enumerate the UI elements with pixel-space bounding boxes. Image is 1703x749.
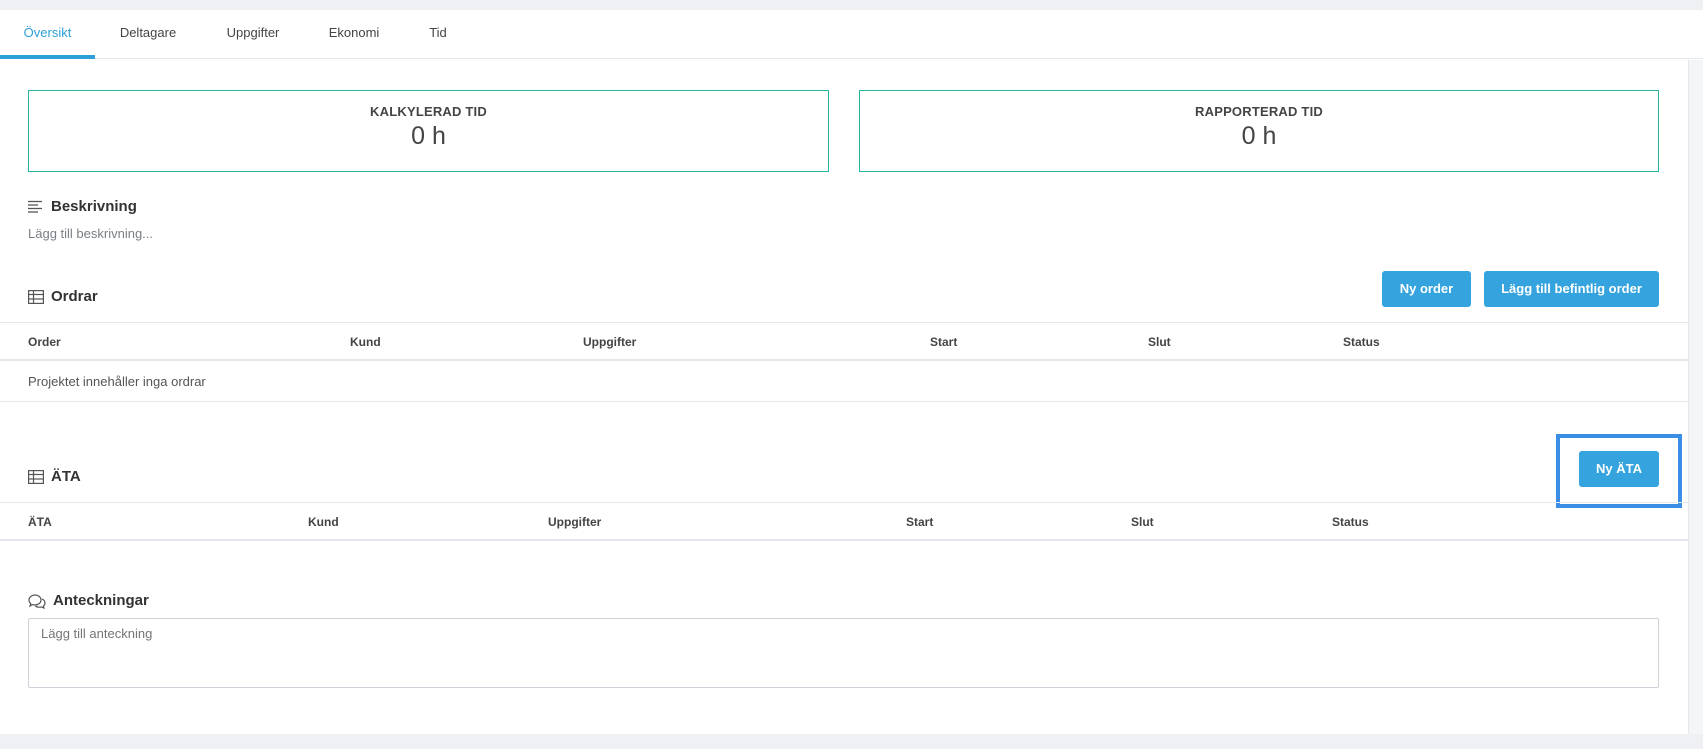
ata-col-kund: Kund xyxy=(308,515,339,529)
ata-col-start: Start xyxy=(906,515,934,529)
notes-heading: Anteckningar xyxy=(28,592,149,609)
tab-tid[interactable]: Tid xyxy=(418,10,458,59)
orders-heading: Ordrar xyxy=(28,288,98,305)
orders-col-uppgifter: Uppgifter xyxy=(583,335,637,349)
orders-col-start: Start xyxy=(930,335,958,349)
tab-oversikt[interactable]: Översikt xyxy=(0,10,95,59)
new-ata-button[interactable]: Ny ÄTA xyxy=(1579,451,1659,487)
orders-col-order: Order xyxy=(28,335,61,349)
reported-time-card: RAPPORTERAD TID 0 h xyxy=(859,90,1659,172)
reported-time-label: RAPPORTERAD TID xyxy=(1195,104,1323,119)
table-icon xyxy=(28,469,45,484)
calculated-time-label: KALKYLERAD TID xyxy=(370,104,487,119)
scrollbar[interactable] xyxy=(1688,60,1703,734)
add-existing-order-button[interactable]: Lägg till befintlig order xyxy=(1484,271,1659,307)
tab-bar: Översikt Deltagare Uppgifter Ekonomi Tid xyxy=(0,10,1703,59)
project-overview-panel: Översikt Deltagare Uppgifter Ekonomi Tid… xyxy=(0,10,1703,734)
tab-ekonomi[interactable]: Ekonomi xyxy=(318,10,390,59)
orders-empty-row: Projektet innehåller inga ordrar xyxy=(0,362,1688,402)
ata-col-slut: Slut xyxy=(1131,515,1154,529)
calculated-time-value: 0 h xyxy=(411,122,446,150)
ata-title: ÄTA xyxy=(51,468,81,485)
ata-heading: ÄTA xyxy=(28,468,81,485)
orders-col-kund: Kund xyxy=(350,335,381,349)
orders-title: Ordrar xyxy=(51,288,98,305)
tab-uppgifter[interactable]: Uppgifter xyxy=(218,10,288,59)
new-order-button[interactable]: Ny order xyxy=(1382,271,1471,307)
reported-time-value: 0 h xyxy=(1241,122,1277,150)
calculated-time-card: KALKYLERAD TID 0 h xyxy=(28,90,829,172)
add-description-link[interactable]: Lägg till beskrivning... xyxy=(28,226,153,241)
notes-title: Anteckningar xyxy=(53,592,149,609)
orders-table-header: Order Kund Uppgifter Start Slut Status xyxy=(0,322,1688,361)
notes-input[interactable] xyxy=(28,618,1659,688)
ata-table-header: ÄTA Kund Uppgifter Start Slut Status xyxy=(0,502,1688,541)
orders-empty-text: Projektet innehåller inga ordrar xyxy=(28,374,206,389)
description-heading: Beskrivning xyxy=(28,198,137,215)
orders-col-slut: Slut xyxy=(1148,335,1171,349)
table-icon xyxy=(28,289,45,304)
tab-deltagare[interactable]: Deltagare xyxy=(108,10,188,59)
ata-col-status: Status xyxy=(1332,515,1369,529)
orders-col-status: Status xyxy=(1343,335,1380,349)
comments-icon xyxy=(28,593,46,609)
ata-col-ata: ÄTA xyxy=(28,515,52,529)
ata-col-uppgifter: Uppgifter xyxy=(548,515,602,529)
align-left-icon xyxy=(28,200,44,214)
description-title: Beskrivning xyxy=(51,198,137,215)
